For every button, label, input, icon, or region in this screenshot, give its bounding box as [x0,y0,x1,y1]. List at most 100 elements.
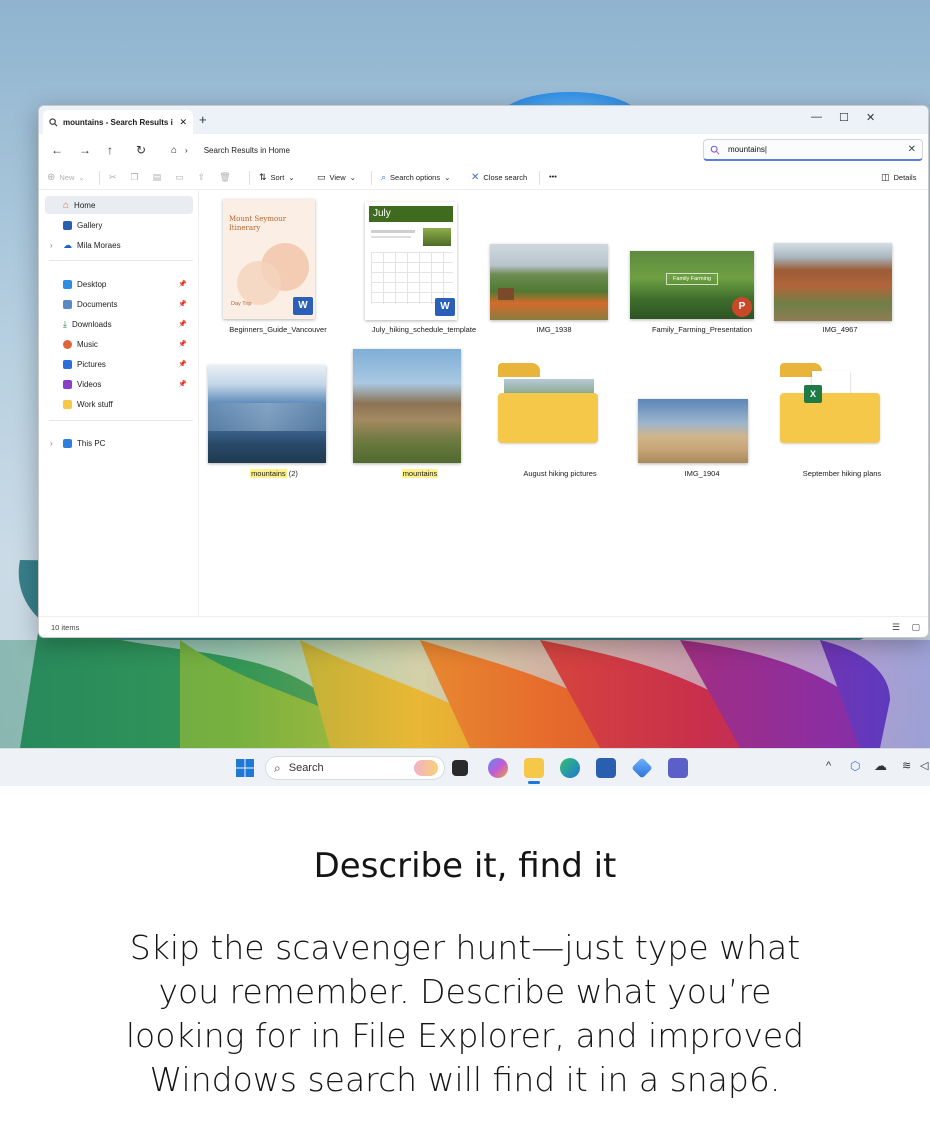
title-bar: mountains - Search Results i ✕ + — ☐ ✕ [39,106,928,134]
file-explorer-icon[interactable] [524,758,544,778]
videos-icon [63,379,72,389]
file-item[interactable]: mountains [353,349,484,499]
details-pane-icon: ◫ [881,172,890,182]
image-thumbnail [638,399,748,463]
item-count: 10 items [51,623,80,632]
close-search-button[interactable]: ✕ Close search [471,172,527,183]
copy-icon[interactable]: ❐ [131,172,139,183]
file-item[interactable]: mountains (2) [208,349,338,499]
document-thumbnail: Mount Seymour Itinerary Day Trip W [223,199,315,319]
nav-item-downloads[interactable]: ⤓ Downloads 📌 [45,315,193,333]
breadcrumb[interactable]: ⌂ › Search Results in Home [167,140,687,160]
tab-title: mountains - Search Results i [63,117,173,127]
taskbar-search-label: Search [288,762,324,774]
forward-arrow-icon[interactable]: → [79,143,91,157]
details-view-icon[interactable]: ☰ [892,622,900,633]
new-button[interactable]: ⊕ New ⌄ [47,172,85,183]
file-item[interactable]: Mount Seymour Itinerary Day Trip W Begin… [214,199,342,349]
nav-item-music[interactable]: Music 📌 [45,335,193,353]
search-match-highlight: mountains [401,469,439,478]
clear-search-icon[interactable]: ✕ [908,144,916,155]
share-icon[interactable]: ⇪ [198,172,206,183]
paste-icon[interactable]: ▤ [153,172,162,183]
security-icon[interactable] [631,757,653,779]
more-options-button[interactable]: ••• [549,172,557,181]
presentation-thumbnail: Family Farming P [630,251,754,319]
pin-icon[interactable]: 📌 [178,320,187,328]
defender-icon[interactable]: ⬡ [850,759,860,773]
file-item[interactable]: X September hiking plans [778,349,906,499]
delete-icon[interactable]: 🗑 [219,172,230,183]
task-view-icon[interactable] [452,760,468,776]
file-item[interactable]: Family Farming P Family_Farming_Presenta… [630,199,766,349]
pin-icon[interactable]: 📌 [178,380,187,388]
cloud-icon: ☁ [63,239,72,250]
file-name: mountains [346,469,494,478]
search-input[interactable]: mountains| [728,145,900,154]
details-button[interactable]: ◫ Details [881,172,916,183]
chevron-up-icon[interactable]: ^ [826,760,831,772]
search-match-highlight: mountains [250,469,287,478]
taskbar-search-box[interactable]: ⌕ Search [265,756,445,780]
nav-item-home[interactable]: ⌂ Home [45,196,193,214]
edge-icon[interactable] [560,758,580,778]
file-item[interactable]: July W July_hiking_schedule_template [360,199,488,349]
pin-icon[interactable]: 📌 [178,280,187,288]
teams-icon[interactable] [668,758,688,778]
home-icon[interactable]: ⌂ [171,145,177,156]
store-icon[interactable] [596,758,616,778]
view-button[interactable]: ▭ View ⌄ [317,172,356,183]
maximize-button[interactable]: ☐ [839,111,849,124]
home-icon: ⌂ [63,199,70,211]
breadcrumb-location[interactable]: Search Results in Home [204,146,290,155]
up-arrow-icon[interactable]: ↑ [107,143,113,157]
refresh-icon[interactable]: ↻ [136,143,146,157]
folder-icon [498,393,598,443]
file-item[interactable]: IMG_1938 [490,199,618,349]
nav-item-videos[interactable]: Videos 📌 [45,375,193,393]
rename-icon[interactable]: ▭ [175,172,184,183]
word-icon: W [293,297,313,315]
expand-chevron-icon[interactable]: › [50,439,53,448]
file-item[interactable]: IMG_1904 [638,349,766,499]
excel-icon: X [804,385,822,403]
close-tab-icon[interactable]: ✕ [179,117,187,128]
nav-item-this-pc[interactable]: › This PC [45,434,193,452]
search-box[interactable]: mountains| ✕ [703,139,923,161]
nav-item-desktop[interactable]: Desktop 📌 [45,275,193,293]
slide-title: Family Farming [666,273,718,285]
pin-icon[interactable]: 📌 [178,300,187,308]
file-name: August hiking pictures [523,469,597,478]
tab-search-results[interactable]: mountains - Search Results i ✕ [43,110,193,134]
new-tab-button[interactable]: + [199,112,207,127]
download-icon: ⤓ [63,318,67,329]
windows-start-icon[interactable] [235,758,255,778]
view-icon: ▭ [317,172,326,182]
pin-icon[interactable]: 📌 [178,360,187,368]
pin-icon[interactable]: 📌 [178,340,187,348]
minimize-button[interactable]: — [811,111,822,123]
search-options-button[interactable]: ⌕ Search options ⌄ [381,172,450,183]
nav-item-onedrive[interactable]: › ☁ Mila Moraes [45,236,193,254]
copilot-icon[interactable] [488,758,508,778]
expand-chevron-icon[interactable]: › [50,241,53,250]
close-window-button[interactable]: ✕ [866,111,875,124]
file-item[interactable]: August hiking pictures [496,349,624,499]
file-name: IMG_1904 [684,469,720,478]
volume-icon[interactable]: ◁ [920,759,928,772]
plus-circle-icon: ⊕ [47,172,56,183]
nav-item-pictures[interactable]: Pictures 📌 [45,355,193,373]
chevron-down-icon: ⌄ [288,173,295,182]
onedrive-cloud-icon[interactable]: ☁ [874,758,887,774]
nav-item-gallery[interactable]: Gallery [45,216,193,234]
gallery-icon [63,220,72,230]
file-item[interactable]: IMG_4967 [774,199,904,349]
wifi-icon[interactable]: ≋ [902,759,911,772]
tiles-view-icon[interactable]: ▢ [911,622,920,633]
sort-button[interactable]: ⇅ Sort ⌄ [259,172,295,183]
search-icon [49,117,58,126]
back-arrow-icon[interactable]: ← [51,143,63,157]
nav-item-work-stuff[interactable]: Work stuff [45,395,193,413]
nav-item-documents[interactable]: Documents 📌 [45,295,193,313]
cut-icon[interactable]: ✂ [109,172,117,183]
